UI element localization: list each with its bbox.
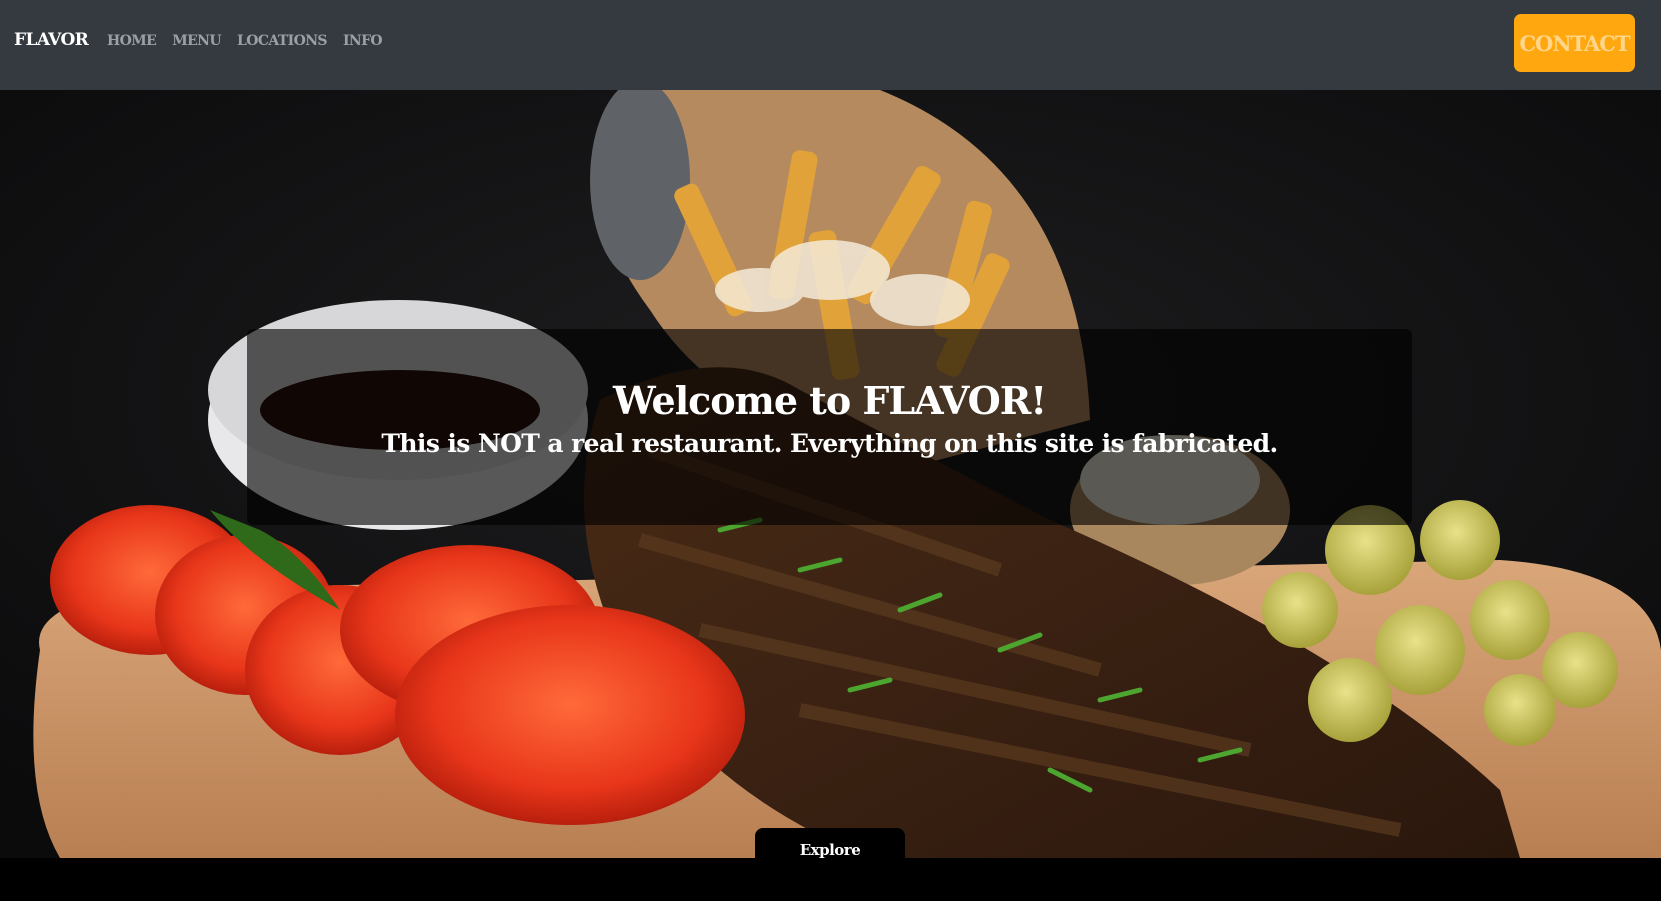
nav-links: HOME MENU LOCATIONS INFO	[107, 33, 383, 49]
nav-link-locations[interactable]: LOCATIONS	[237, 33, 328, 49]
hero-section: Welcome to FLAVOR! This is NOT a real re…	[0, 90, 1661, 858]
navbar: FLAVOR HOME MENU LOCATIONS INFO CONTACT	[0, 0, 1661, 90]
contact-button[interactable]: CONTACT	[1514, 14, 1635, 72]
nav-link-menu[interactable]: MENU	[172, 33, 221, 49]
brand-logo[interactable]: FLAVOR	[14, 30, 89, 50]
nav-link-info[interactable]: INFO	[343, 33, 383, 49]
nav-link-home[interactable]: HOME	[107, 33, 157, 49]
welcome-title: Welcome to FLAVOR!	[612, 378, 1047, 423]
welcome-panel: Welcome to FLAVOR! This is NOT a real re…	[247, 329, 1412, 525]
explore-button[interactable]: Explore	[755, 828, 905, 872]
welcome-subtitle: This is NOT a real restaurant. Everythin…	[381, 429, 1278, 458]
